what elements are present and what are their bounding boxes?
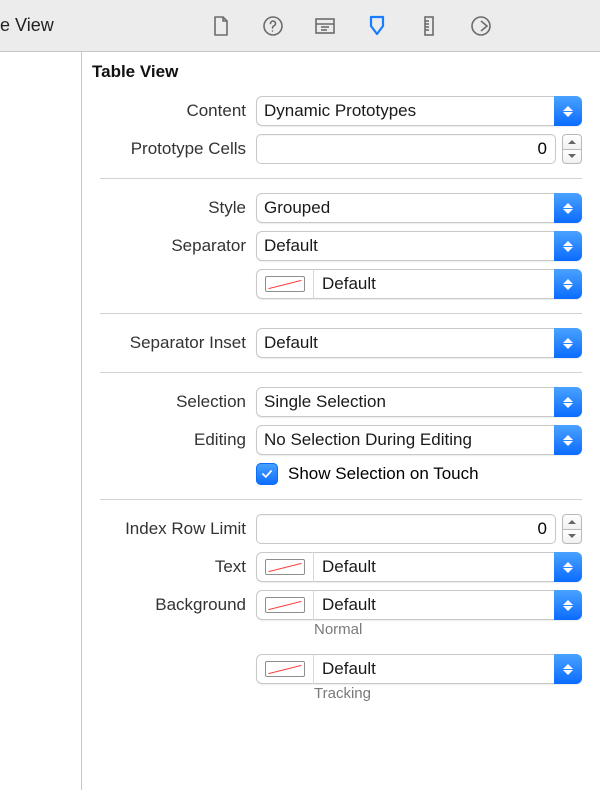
chevron-up-down-icon	[554, 96, 582, 126]
separator-color-swatch-slot[interactable]	[256, 269, 314, 299]
inspector-tab-icons	[82, 14, 600, 38]
content-label: Content	[100, 101, 256, 121]
divider	[100, 372, 582, 373]
separator-inset-popup-value: Default	[256, 328, 554, 358]
content-popup-value: Dynamic Prototypes	[256, 96, 554, 126]
attributes-inspector-panel: Table View Content Dynamic Prototypes Pr…	[82, 52, 600, 790]
separator-label: Separator	[100, 236, 256, 256]
separator-inset-label: Separator Inset	[100, 333, 256, 353]
chevron-up-down-icon	[554, 552, 582, 582]
navigator-gutter	[0, 52, 82, 790]
editing-popup-value: No Selection During Editing	[256, 425, 554, 455]
show-selection-on-touch-label: Show Selection on Touch	[288, 464, 479, 484]
tracking-caption: Tracking	[256, 685, 371, 702]
stepper-up-icon[interactable]	[562, 134, 582, 149]
separator-inset-popup[interactable]: Default	[256, 328, 582, 358]
identity-inspector-icon[interactable]	[313, 14, 337, 38]
chevron-up-down-icon	[554, 193, 582, 223]
prototype-cells-value: 0	[538, 139, 547, 159]
background-color-popup[interactable]: Default	[256, 590, 582, 620]
separator-popup-value: Default	[256, 231, 554, 261]
no-color-swatch-icon	[265, 661, 305, 677]
check-icon	[260, 467, 274, 481]
selection-label: Selection	[100, 392, 256, 412]
section-title: Table View	[82, 58, 600, 92]
selection-popup-value: Single Selection	[256, 387, 554, 417]
stepper-down-icon[interactable]	[562, 529, 582, 545]
no-color-swatch-icon	[265, 559, 305, 575]
editing-label: Editing	[100, 430, 256, 450]
tracking-color-value: Default	[314, 654, 554, 684]
normal-caption: Normal	[256, 621, 362, 638]
text-color-popup[interactable]: Default	[256, 552, 582, 582]
text-color-value: Default	[314, 552, 554, 582]
selection-popup[interactable]: Single Selection	[256, 387, 582, 417]
tracking-color-popup[interactable]: Default	[256, 654, 582, 684]
background-label: Background	[100, 595, 256, 615]
chevron-up-down-icon	[554, 425, 582, 455]
prototype-cells-label: Prototype Cells	[100, 139, 256, 159]
stepper-down-icon[interactable]	[562, 149, 582, 165]
prototype-cells-stepper[interactable]	[562, 134, 582, 164]
breadcrumb-fragment: e View	[0, 15, 82, 36]
background-color-swatch-slot[interactable]	[256, 590, 314, 620]
index-row-limit-value: 0	[538, 519, 547, 539]
breadcrumb-text: e View	[0, 15, 54, 35]
chevron-up-down-icon	[554, 231, 582, 261]
text-color-swatch-slot[interactable]	[256, 552, 314, 582]
style-label: Style	[100, 198, 256, 218]
text-label: Text	[100, 557, 256, 577]
background-color-value: Default	[314, 590, 554, 620]
style-popup[interactable]: Grouped	[256, 193, 582, 223]
separator-color-popup[interactable]: Default	[256, 269, 582, 299]
style-popup-value: Grouped	[256, 193, 554, 223]
divider	[100, 499, 582, 500]
separator-color-value: Default	[314, 269, 554, 299]
editing-popup[interactable]: No Selection During Editing	[256, 425, 582, 455]
chevron-up-down-icon	[554, 387, 582, 417]
inspector-toolbar: e View	[0, 0, 600, 52]
attributes-inspector-icon[interactable]	[365, 14, 389, 38]
index-row-limit-label: Index Row Limit	[100, 519, 256, 539]
size-inspector-icon[interactable]	[417, 14, 441, 38]
content-popup[interactable]: Dynamic Prototypes	[256, 96, 582, 126]
divider	[100, 178, 582, 179]
tracking-color-swatch-slot[interactable]	[256, 654, 314, 684]
prototype-cells-field[interactable]: 0	[256, 134, 556, 164]
help-inspector-icon[interactable]	[261, 14, 285, 38]
index-row-limit-stepper[interactable]	[562, 514, 582, 544]
chevron-up-down-icon	[554, 590, 582, 620]
stepper-up-icon[interactable]	[562, 514, 582, 529]
file-inspector-icon[interactable]	[209, 14, 233, 38]
divider	[100, 313, 582, 314]
no-color-swatch-icon	[265, 597, 305, 613]
no-color-swatch-icon	[265, 276, 305, 292]
chevron-up-down-icon	[554, 654, 582, 684]
chevron-up-down-icon	[554, 269, 582, 299]
show-selection-on-touch-checkbox[interactable]	[256, 463, 278, 485]
separator-popup[interactable]: Default	[256, 231, 582, 261]
chevron-up-down-icon	[554, 328, 582, 358]
index-row-limit-field[interactable]: 0	[256, 514, 556, 544]
connections-inspector-icon[interactable]	[469, 14, 493, 38]
